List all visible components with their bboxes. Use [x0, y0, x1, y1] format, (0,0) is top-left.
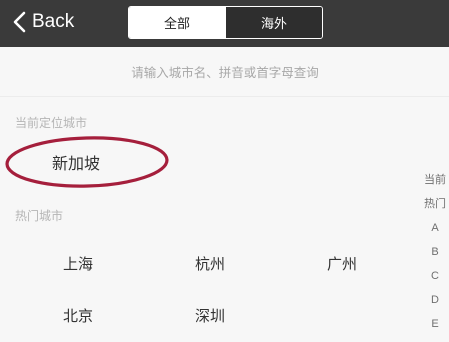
- hot-cities-header: 热门城市: [15, 209, 64, 223]
- alphabet-index: 当前 热门 A B C D E: [424, 168, 446, 342]
- current-city-item[interactable]: 新加坡: [52, 150, 100, 174]
- city-item-shenzhen[interactable]: 深圳: [195, 305, 225, 326]
- region-segmented-control: 全部 海外: [128, 6, 323, 39]
- back-button[interactable]: Back: [12, 8, 74, 36]
- index-item-current[interactable]: 当前: [424, 168, 446, 192]
- city-item-beijing[interactable]: 北京: [63, 305, 93, 326]
- index-item-d[interactable]: D: [431, 288, 439, 312]
- index-item-c[interactable]: C: [431, 264, 439, 288]
- top-navigation-bar: Back 全部 海外: [0, 0, 449, 47]
- index-item-b[interactable]: B: [431, 240, 438, 264]
- city-item-shanghai[interactable]: 上海: [63, 253, 93, 274]
- current-location-header: 当前定位城市: [15, 116, 88, 130]
- city-picker-screen: Back 全部 海外 当前定位城市 新加坡 热门城市 上海 杭州 广州 北京 深…: [0, 0, 449, 342]
- city-item-hangzhou[interactable]: 杭州: [195, 253, 225, 274]
- index-item-a[interactable]: A: [431, 216, 438, 240]
- index-item-hot[interactable]: 热门: [424, 192, 446, 216]
- back-label: Back: [32, 11, 75, 32]
- tab-overseas[interactable]: 海外: [225, 7, 322, 38]
- search-bar: [0, 47, 449, 97]
- tab-all[interactable]: 全部: [129, 7, 225, 38]
- chevron-left-icon: [13, 11, 26, 33]
- city-item-guangzhou[interactable]: 广州: [327, 253, 357, 274]
- city-search-input[interactable]: [60, 61, 390, 83]
- index-item-e[interactable]: E: [431, 312, 438, 336]
